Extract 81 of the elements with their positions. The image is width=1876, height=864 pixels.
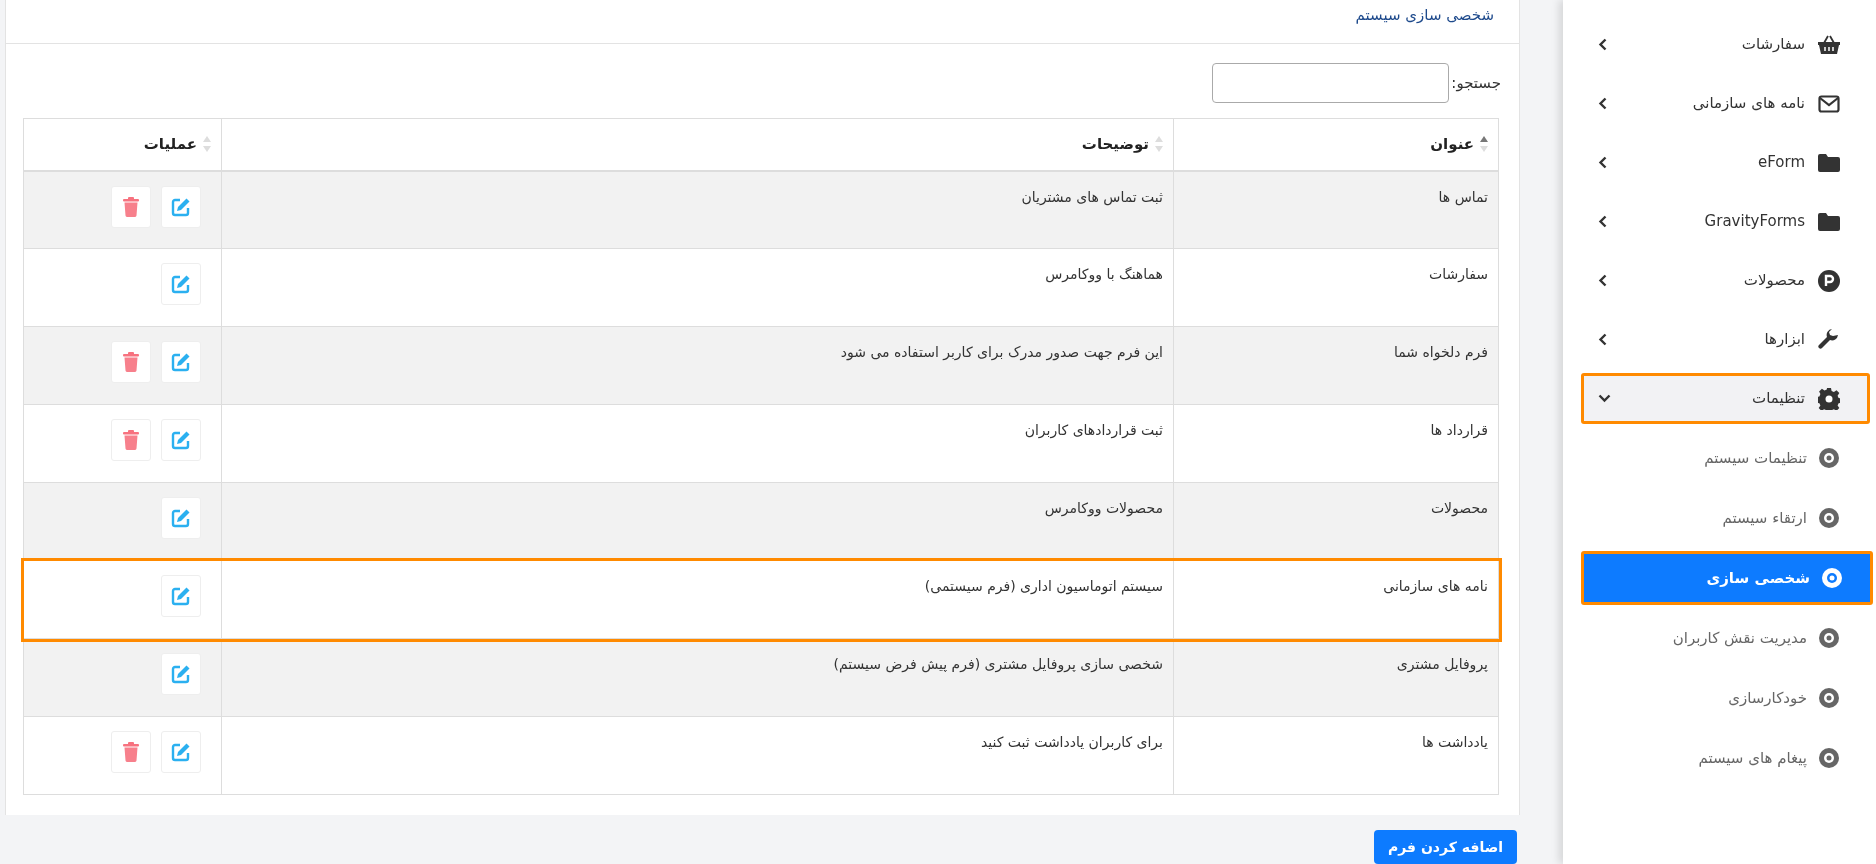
edit-icon bbox=[171, 430, 191, 450]
sidebar-item[interactable]: نامه های سازمانی bbox=[1581, 78, 1870, 129]
sidebar-item[interactable]: سفارشات bbox=[1581, 19, 1870, 70]
table-cell: محصولات bbox=[1430, 500, 1488, 516]
edit-icon bbox=[171, 508, 191, 528]
p-circle-icon bbox=[1818, 269, 1840, 292]
search-label: جستجو: bbox=[1451, 72, 1501, 94]
table-cell: فرم دلخواه شما bbox=[1393, 344, 1488, 360]
edit-icon bbox=[171, 742, 191, 762]
edit-button[interactable] bbox=[161, 341, 201, 383]
table-cell: نامه های سازمانی bbox=[1383, 578, 1488, 594]
trash-icon bbox=[123, 352, 139, 372]
delete-button[interactable] bbox=[111, 731, 151, 773]
gear-icon bbox=[1818, 387, 1840, 410]
edit-button[interactable] bbox=[161, 575, 201, 617]
edit-icon bbox=[171, 664, 191, 684]
search-field[interactable] bbox=[1212, 63, 1450, 103]
table-cell: ثبت تماس های مشتریان bbox=[1021, 188, 1163, 205]
submenu-item[interactable]: ارتقاء سیستم bbox=[1581, 491, 1870, 545]
column-header[interactable]: عملیات bbox=[143, 133, 197, 156]
table-cell: محصولات ووکامرس bbox=[1044, 500, 1163, 516]
table-cell: برای کاربران یادداشت ثبت کنید bbox=[980, 734, 1163, 750]
trash-icon bbox=[123, 430, 139, 450]
table-cell: ثبت قراردادهای کاربران bbox=[1024, 422, 1163, 438]
table-cell: پروفایل مشتری bbox=[1396, 656, 1488, 672]
chevron-left-icon bbox=[1598, 215, 1607, 228]
envelope-icon bbox=[1818, 94, 1840, 113]
table-cell: تماس ها bbox=[1438, 188, 1488, 205]
chevron-left-icon bbox=[1598, 333, 1607, 346]
chevron-down-icon bbox=[1598, 394, 1611, 403]
edit-icon bbox=[171, 274, 191, 294]
edit-button[interactable] bbox=[161, 497, 201, 539]
circle-dot-icon bbox=[1819, 628, 1839, 648]
submenu-item[interactable]: شخصی سازی bbox=[1581, 551, 1873, 605]
delete-button[interactable] bbox=[111, 419, 151, 461]
chevron-left-icon bbox=[1598, 97, 1607, 110]
table-cell: قرارداد ها bbox=[1430, 422, 1488, 438]
trash-icon bbox=[123, 742, 139, 762]
edit-icon bbox=[171, 352, 191, 372]
circle-dot-icon bbox=[1819, 508, 1839, 528]
edit-icon bbox=[171, 586, 191, 606]
edit-button[interactable] bbox=[161, 263, 201, 305]
sidebar-item[interactable]: GravityForms bbox=[1581, 196, 1870, 247]
table-cell: هماهنگ با ووکامرس bbox=[1045, 266, 1163, 282]
table-cell: یادداشت ها bbox=[1421, 734, 1488, 750]
circle-dot-icon bbox=[1822, 568, 1842, 588]
table-cell: شخصی سازی پروفایل مشتری (فرم پیش فرض سیستم) bbox=[833, 656, 1163, 672]
sidebar-item[interactable]: محصولات bbox=[1581, 255, 1870, 306]
trash-icon bbox=[123, 196, 139, 217]
table-cell: سفارشات bbox=[1429, 266, 1488, 282]
edit-button[interactable] bbox=[161, 185, 201, 228]
sidebar-item[interactable]: ابزارها bbox=[1581, 314, 1870, 365]
table-cell: این فرم جهت صدور مدرک برای کاربر استفاده می شود bbox=[840, 344, 1163, 360]
table-cell: سیستم اتوماسیون اداری (فرم سیستمی) bbox=[924, 578, 1163, 594]
submenu-item[interactable]: تنظیمات سیستم bbox=[1581, 431, 1870, 485]
circle-dot-icon bbox=[1819, 688, 1839, 708]
submenu-item[interactable]: پیغام های سیستم bbox=[1581, 731, 1870, 785]
sidebar-item[interactable]: تنظیمات bbox=[1581, 373, 1870, 424]
wrench-icon bbox=[1818, 328, 1840, 351]
folder-icon bbox=[1818, 153, 1840, 172]
edit-button[interactable] bbox=[161, 653, 201, 695]
chevron-left-icon bbox=[1598, 38, 1607, 51]
basket-icon bbox=[1818, 34, 1840, 55]
chevron-left-icon bbox=[1598, 156, 1607, 169]
sidebar-item[interactable]: eForm bbox=[1581, 137, 1870, 188]
delete-button[interactable] bbox=[111, 341, 151, 383]
panel-title: شخصی سازی سیستم bbox=[1355, 5, 1494, 26]
edit-button[interactable] bbox=[161, 731, 201, 773]
delete-button[interactable] bbox=[111, 185, 151, 228]
chevron-left-icon bbox=[1598, 274, 1607, 287]
edit-icon bbox=[171, 196, 191, 217]
circle-dot-icon bbox=[1819, 448, 1839, 468]
edit-button[interactable] bbox=[161, 419, 201, 461]
sort-icon[interactable] bbox=[1480, 136, 1488, 153]
folder-icon bbox=[1818, 212, 1840, 231]
submenu-item[interactable]: مدیریت نقش کاربران bbox=[1581, 611, 1870, 665]
submenu-item[interactable]: خودکارسازی bbox=[1581, 671, 1870, 725]
column-header[interactable]: عنوان bbox=[1430, 133, 1474, 156]
add-form-button[interactable]: اضافه کردن فرم bbox=[1373, 830, 1517, 864]
column-header[interactable]: توضیحات bbox=[1081, 133, 1149, 156]
circle-dot-icon bbox=[1819, 748, 1839, 768]
